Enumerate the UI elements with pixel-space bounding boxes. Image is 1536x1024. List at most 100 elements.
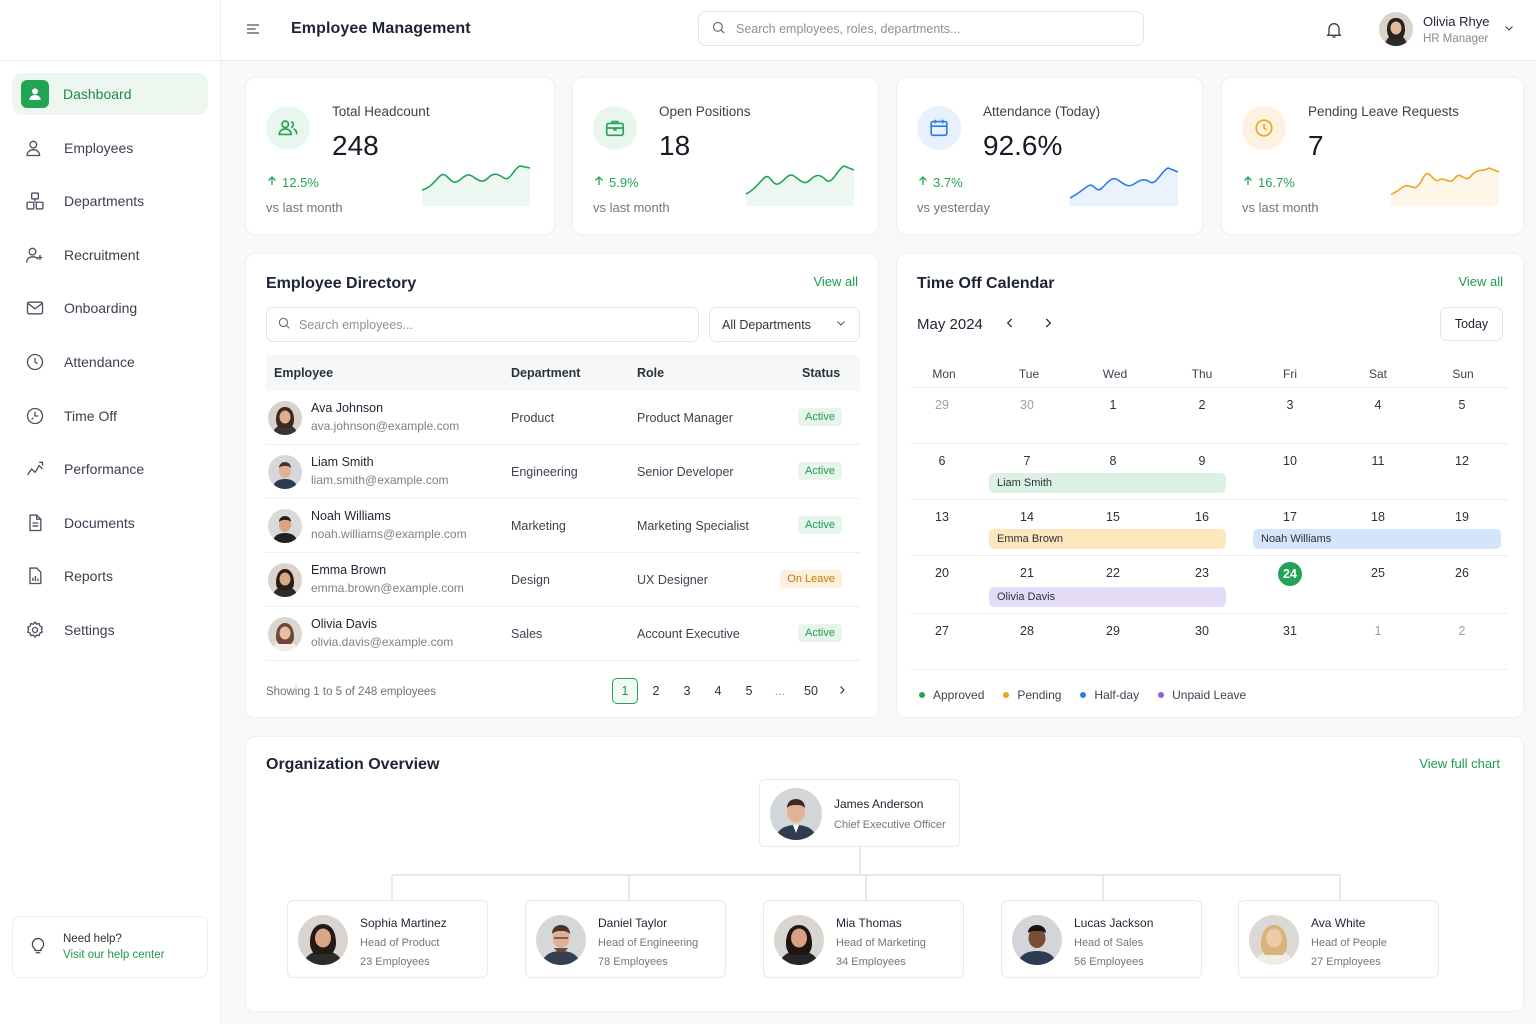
column-header[interactable]: Department	[511, 366, 580, 380]
page-button[interactable]: 3	[674, 678, 700, 704]
calendar-day[interactable]: 14	[1020, 510, 1034, 524]
user-menu[interactable]: Olivia Rhye HR Manager	[1379, 12, 1515, 46]
org-node-head[interactable]: Lucas Jackson Head of Sales 56 Employees	[1001, 900, 1202, 978]
calendar-day[interactable]: 4	[1375, 398, 1382, 412]
calendar-day[interactable]: 2	[1199, 398, 1206, 412]
global-search[interactable]	[698, 11, 1144, 46]
page-button[interactable]: 2	[643, 678, 669, 704]
page-button[interactable]: 4	[705, 678, 731, 704]
calendar-day[interactable]: 17	[1283, 510, 1297, 524]
chevron-down-icon[interactable]	[1503, 22, 1515, 37]
chevron-right-icon[interactable]	[836, 684, 848, 699]
directory-search-input[interactable]	[299, 317, 679, 332]
calendar-day[interactable]: 30	[1020, 398, 1034, 412]
calendar-view-all-link[interactable]: View all	[1458, 274, 1503, 289]
calendar-day[interactable]: 8	[1110, 454, 1117, 468]
org-node-head[interactable]: Daniel Taylor Head of Engineering 78 Emp…	[525, 900, 726, 978]
help-box[interactable]: Need help? Visit our help center	[12, 916, 208, 978]
sidebar-item-settings[interactable]: Settings	[12, 609, 208, 651]
org-node-count: 56 Employees	[1074, 956, 1144, 968]
calendar-event[interactable]: Emma Brown	[989, 529, 1226, 549]
calendar-legend: Approved Pending Half-day Unpaid Leave	[919, 688, 1265, 702]
calendar-day[interactable]: 22	[1106, 566, 1120, 580]
org-node-head[interactable]: Ava White Head of People 27 Employees	[1238, 900, 1439, 978]
kpi-pending-leave: Pending Leave Requests 7 16.7% vs last m…	[1221, 77, 1524, 235]
calendar-day[interactable]: 1	[1375, 624, 1382, 638]
employee-role: Marketing Specialist	[637, 519, 749, 533]
sidebar-item-performance[interactable]: Performance	[12, 448, 208, 490]
calendar-day[interactable]: 13	[935, 510, 949, 524]
chevron-left-icon[interactable]	[1003, 316, 1017, 333]
sidebar-item-time-off[interactable]: Time Off	[12, 395, 208, 437]
calendar-day-today[interactable]: 24	[1278, 562, 1302, 586]
sidebar-item-dashboard[interactable]: Dashboard	[12, 73, 208, 115]
sidebar-item-recruitment[interactable]: Recruitment	[12, 234, 208, 276]
employee-department: Marketing	[511, 519, 566, 533]
calendar-day[interactable]: 10	[1283, 454, 1297, 468]
calendar-day[interactable]: 9	[1199, 454, 1206, 468]
department-filter-select[interactable]: All Departments	[709, 307, 860, 342]
calendar-day[interactable]: 6	[939, 454, 946, 468]
calendar-event[interactable]: Liam Smith	[989, 473, 1226, 493]
calendar-day[interactable]: 2	[1459, 624, 1466, 638]
page-button[interactable]: 1	[612, 678, 638, 704]
calendar-day[interactable]: 12	[1455, 454, 1469, 468]
calendar-week: 13 14 15 16 17 18 19 Emma Brown Noah Wil…	[911, 500, 1507, 556]
column-header[interactable]: Role	[637, 366, 664, 380]
chevron-right-icon[interactable]	[1041, 316, 1055, 333]
sidebar-item-onboarding[interactable]: Onboarding	[12, 287, 208, 329]
calendar-day[interactable]: 30	[1195, 624, 1209, 638]
calendar-day[interactable]: 16	[1195, 510, 1209, 524]
page-button[interactable]: 50	[798, 678, 824, 704]
table-row[interactable]: Emma Brown emma.brown@example.com Design…	[266, 553, 860, 607]
calendar-day[interactable]: 26	[1455, 566, 1469, 580]
calendar-day[interactable]: 1	[1110, 398, 1117, 412]
table-row[interactable]: Olivia Davis olivia.davis@example.com Sa…	[266, 607, 860, 661]
org-node-ceo[interactable]: James Anderson Chief Executive Officer	[759, 779, 960, 847]
calendar-day[interactable]: 5	[1459, 398, 1466, 412]
sidebar-logo-area	[0, 0, 220, 61]
bell-icon[interactable]	[1324, 19, 1344, 43]
calendar-event[interactable]: Noah Williams	[1253, 529, 1501, 549]
calendar-day[interactable]: 18	[1371, 510, 1385, 524]
directory-view-all-link[interactable]: View all	[813, 274, 858, 289]
calendar-event[interactable]: Olivia Davis	[989, 587, 1226, 607]
calendar-day[interactable]: 21	[1020, 566, 1034, 580]
calendar-day[interactable]: 23	[1195, 566, 1209, 580]
menu-icon[interactable]	[245, 21, 261, 40]
avatar	[1012, 915, 1062, 965]
org-node-head[interactable]: Sophia Martinez Head of Product 23 Emplo…	[287, 900, 488, 978]
sidebar-item-label: Attendance	[64, 353, 135, 370]
calendar-day[interactable]: 25	[1371, 566, 1385, 580]
today-button[interactable]: Today	[1440, 307, 1503, 341]
sidebar-item-attendance[interactable]: Attendance	[12, 341, 208, 383]
sidebar-item-employees[interactable]: Employees	[12, 127, 208, 169]
column-header[interactable]: Status	[802, 366, 840, 380]
user-icon	[21, 80, 49, 108]
calendar-day[interactable]: 29	[1106, 624, 1120, 638]
directory-search[interactable]	[266, 307, 699, 342]
calendar-day[interactable]: 15	[1106, 510, 1120, 524]
calendar-day[interactable]: 28	[1020, 624, 1034, 638]
sidebar-item-documents[interactable]: Documents	[12, 502, 208, 544]
column-header[interactable]: Employee	[274, 366, 333, 380]
calendar-day[interactable]: 19	[1455, 510, 1469, 524]
search-input[interactable]	[736, 21, 1116, 36]
calendar-day[interactable]: 3	[1287, 398, 1294, 412]
sidebar-item-departments[interactable]: Departments	[12, 180, 208, 222]
calendar-day[interactable]: 7	[1024, 454, 1031, 468]
calendar-day[interactable]: 11	[1372, 454, 1385, 468]
calendar-day[interactable]: 27	[935, 624, 949, 638]
table-row[interactable]: Liam Smith liam.smith@example.com Engine…	[266, 445, 860, 499]
org-node-head[interactable]: Mia Thomas Head of Marketing 34 Employee…	[763, 900, 964, 978]
table-row[interactable]: Noah Williams noah.williams@example.com …	[266, 499, 860, 553]
page-button[interactable]: 5	[736, 678, 762, 704]
employee-department: Engineering	[511, 465, 578, 479]
help-center-link[interactable]: Visit our help center	[63, 947, 164, 963]
calendar-day[interactable]: 31	[1283, 624, 1297, 638]
sidebar-item-reports[interactable]: Reports	[12, 555, 208, 597]
calendar-day[interactable]: 20	[935, 566, 949, 580]
calendar-day[interactable]: 29	[935, 398, 949, 412]
table-row[interactable]: Ava Johnson ava.johnson@example.com Prod…	[266, 391, 860, 445]
page-title: Employee Management	[291, 20, 471, 37]
